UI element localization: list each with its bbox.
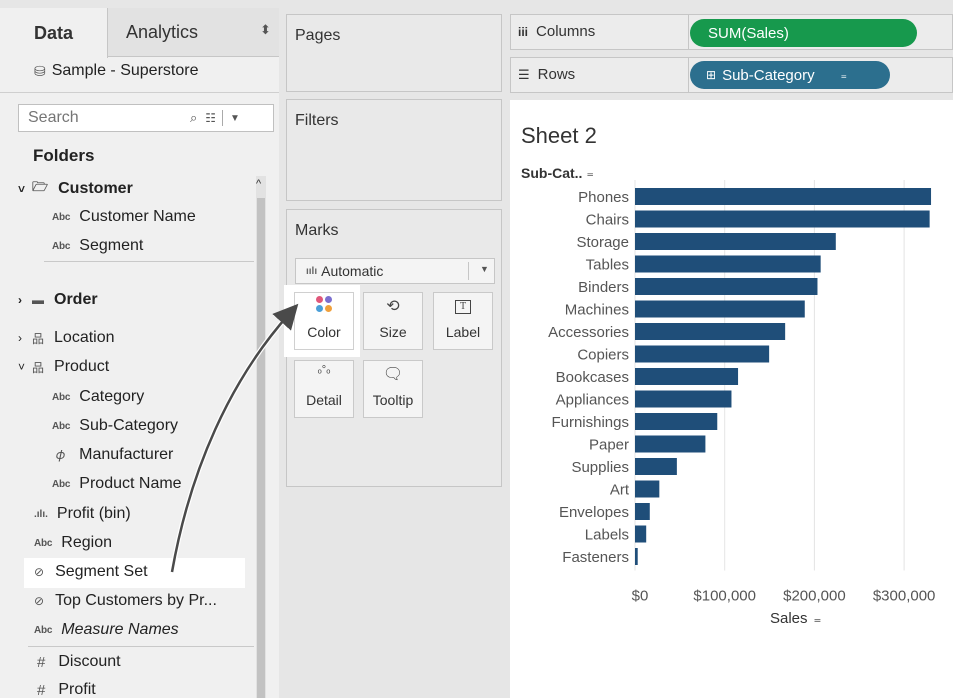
arrow-path [170, 303, 299, 573]
arrow-outline [169, 311, 292, 573]
tableau-window: Data Analytics ⬍ ⛁ Sample - Superstore ⌕… [0, 0, 953, 698]
drag-arrow [169, 303, 299, 573]
